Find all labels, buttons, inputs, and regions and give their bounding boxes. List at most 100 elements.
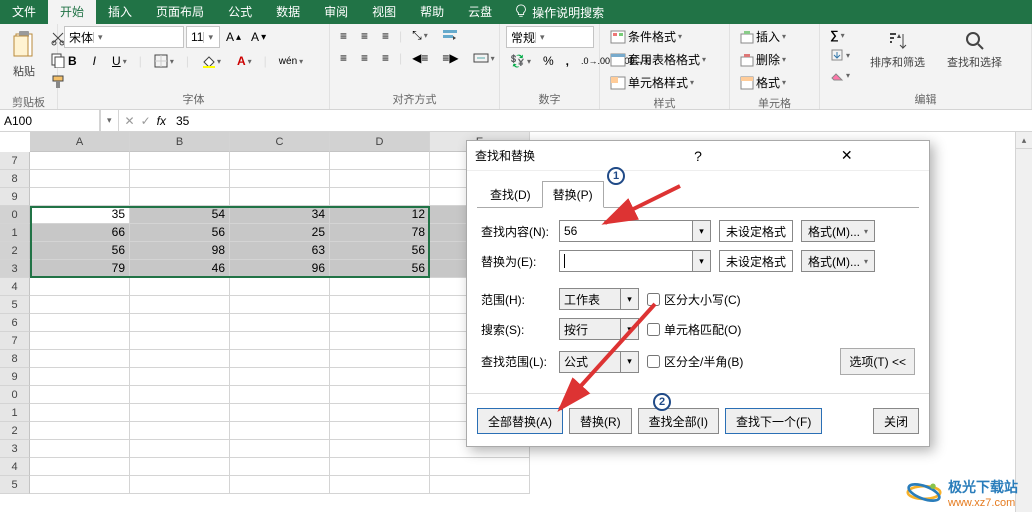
percent-button[interactable]: % <box>539 52 558 70</box>
cell[interactable] <box>330 350 430 368</box>
conditional-format-button[interactable]: 条件格式▾ <box>606 26 710 47</box>
align-middle-button[interactable]: ≡ <box>357 27 372 45</box>
cell[interactable]: 78 <box>330 224 430 242</box>
cell[interactable] <box>230 404 330 422</box>
scroll-up-icon[interactable]: ▴ <box>1016 132 1032 149</box>
cell[interactable] <box>130 332 230 350</box>
merge-center-button[interactable]: ▾ <box>469 49 499 67</box>
cell[interactable] <box>30 188 130 206</box>
row-header[interactable]: 3 <box>0 440 30 458</box>
cell[interactable] <box>430 458 530 476</box>
enter-icon[interactable]: ✓ <box>141 114 151 128</box>
row-header[interactable]: 2 <box>0 242 30 260</box>
formula-input[interactable]: 35 <box>172 110 1032 131</box>
cell[interactable] <box>330 332 430 350</box>
row-header[interactable]: 8 <box>0 350 30 368</box>
find-format-button[interactable]: 格式(M)...▾ <box>801 220 875 242</box>
cell[interactable] <box>130 476 230 494</box>
cell[interactable] <box>230 332 330 350</box>
decrease-indent-button[interactable]: ◀≡ <box>408 49 432 67</box>
cell[interactable] <box>130 404 230 422</box>
bold-button[interactable]: B <box>64 52 81 70</box>
cell[interactable] <box>230 278 330 296</box>
cell[interactable] <box>330 188 430 206</box>
row-header[interactable]: 3 <box>0 260 30 278</box>
tab-home[interactable]: 开始 <box>48 0 96 24</box>
row-header[interactable]: 5 <box>0 296 30 314</box>
cell[interactable] <box>330 170 430 188</box>
cell[interactable] <box>130 440 230 458</box>
cell[interactable]: 35 <box>30 206 130 224</box>
cell[interactable]: 46 <box>130 260 230 278</box>
tab-help[interactable]: 帮助 <box>408 0 456 24</box>
cell[interactable] <box>130 350 230 368</box>
cell[interactable] <box>130 368 230 386</box>
cell[interactable] <box>30 368 130 386</box>
cell[interactable] <box>30 296 130 314</box>
cell[interactable] <box>430 476 530 494</box>
chevron-down-icon[interactable]: ▾ <box>692 221 710 241</box>
cell[interactable] <box>330 476 430 494</box>
fill-button[interactable]: ▾ <box>826 46 854 64</box>
row-header[interactable]: 1 <box>0 224 30 242</box>
find-what-input[interactable]: 56▾ <box>559 220 711 242</box>
tab-insert[interactable]: 插入 <box>96 0 144 24</box>
tab-formulas[interactable]: 公式 <box>216 0 264 24</box>
cell[interactable]: 98 <box>130 242 230 260</box>
tab-cloud[interactable]: 云盘 <box>456 0 504 24</box>
help-icon[interactable]: ? <box>624 148 773 164</box>
cell[interactable] <box>130 152 230 170</box>
within-combo[interactable]: 工作表▾ <box>559 288 639 310</box>
cell[interactable] <box>30 314 130 332</box>
cell[interactable] <box>230 422 330 440</box>
find-select-button[interactable]: 查找和选择 <box>941 26 1008 74</box>
tab-find[interactable]: 查找(D) <box>479 181 542 208</box>
cell[interactable] <box>30 332 130 350</box>
cell[interactable]: 12 <box>330 206 430 224</box>
chevron-down-icon[interactable]: ▾ <box>620 352 638 372</box>
row-header[interactable]: 2 <box>0 422 30 440</box>
row-header[interactable]: 4 <box>0 278 30 296</box>
match-case-checkbox[interactable]: 区分大小写(C) <box>647 291 741 308</box>
col-header-B[interactable]: B <box>130 132 230 152</box>
cell[interactable] <box>130 278 230 296</box>
align-right-button[interactable]: ≡ <box>378 49 393 67</box>
cell[interactable] <box>330 440 430 458</box>
chevron-down-icon[interactable]: ▾ <box>692 251 710 271</box>
cell[interactable] <box>30 386 130 404</box>
cell[interactable]: 56 <box>30 242 130 260</box>
tab-view[interactable]: 视图 <box>360 0 408 24</box>
row-header[interactable]: 9 <box>0 188 30 206</box>
row-header[interactable]: 9 <box>0 368 30 386</box>
cell-styles-button[interactable]: 单元格样式▾ <box>606 72 710 93</box>
options-button[interactable]: 选项(T) << <box>840 348 915 375</box>
align-left-button[interactable]: ≡ <box>336 49 351 67</box>
cell[interactable]: 56 <box>330 242 430 260</box>
tab-data[interactable]: 数据 <box>264 0 312 24</box>
close-button[interactable]: 关闭 <box>873 408 919 434</box>
cell[interactable]: 56 <box>330 260 430 278</box>
delete-cells-button[interactable]: 删除 ▾ <box>736 49 790 70</box>
tab-page-layout[interactable]: 页面布局 <box>144 0 216 24</box>
col-header-A[interactable]: A <box>30 132 130 152</box>
cell[interactable] <box>230 476 330 494</box>
cell[interactable] <box>30 350 130 368</box>
fx-icon[interactable]: fx <box>157 114 166 128</box>
tell-me-search[interactable]: 操作说明搜索 <box>514 4 604 21</box>
tab-review[interactable]: 审阅 <box>312 0 360 24</box>
search-combo[interactable]: 按行▾ <box>559 318 639 340</box>
cell[interactable]: 66 <box>30 224 130 242</box>
cell[interactable] <box>330 422 430 440</box>
row-header[interactable]: 0 <box>0 386 30 404</box>
cell[interactable] <box>30 440 130 458</box>
phonetic-button[interactable]: wén▾ <box>275 54 307 69</box>
find-all-button[interactable]: 查找全部(I) <box>638 408 719 434</box>
close-icon[interactable]: ✕ <box>772 147 921 164</box>
tab-file[interactable]: 文件 <box>0 0 48 24</box>
cell[interactable] <box>330 404 430 422</box>
cell[interactable] <box>230 314 330 332</box>
match-entire-checkbox[interactable]: 单元格匹配(O) <box>647 321 741 338</box>
col-header-C[interactable]: C <box>230 132 330 152</box>
row-header[interactable]: 0 <box>0 206 30 224</box>
cell[interactable] <box>130 188 230 206</box>
